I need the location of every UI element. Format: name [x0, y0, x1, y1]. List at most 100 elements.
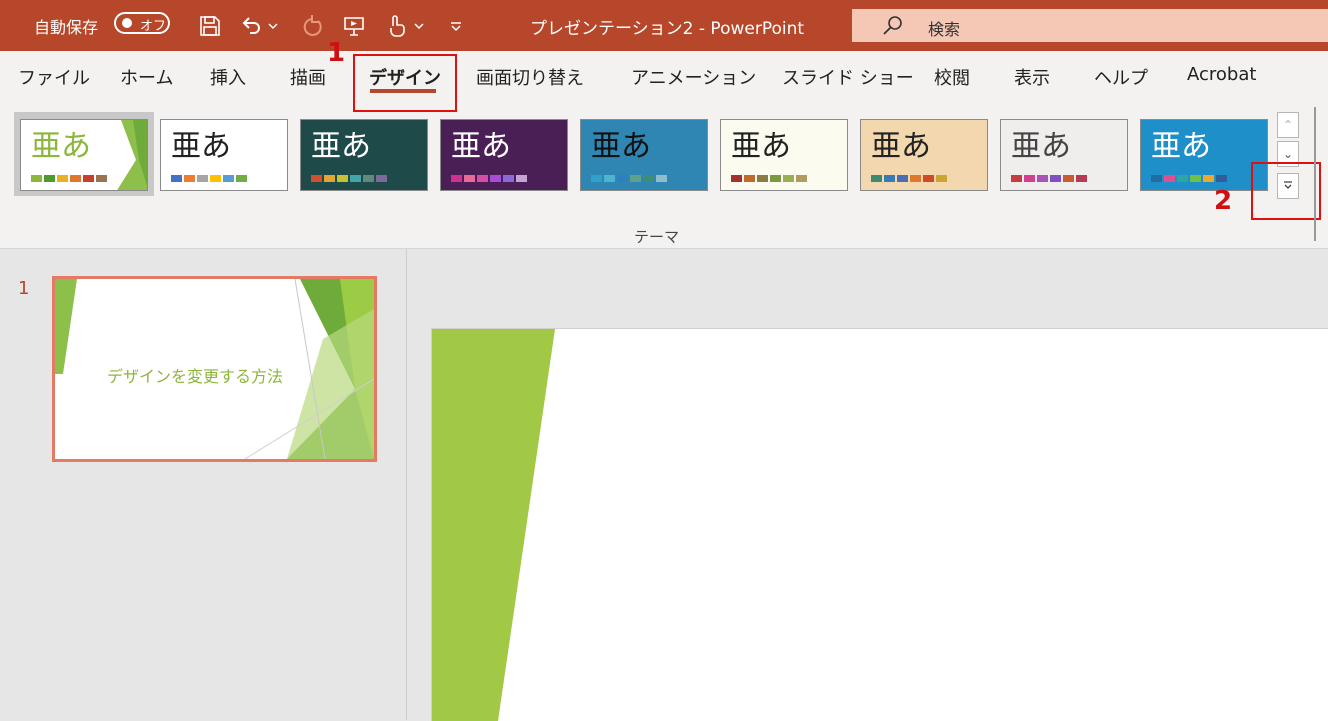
theme-option[interactable]: 亜あ: [300, 119, 428, 191]
color-swatch: [936, 175, 947, 182]
color-swatch: [656, 175, 667, 182]
theme-color-swatches: [451, 175, 527, 182]
color-swatch: [311, 175, 322, 182]
color-swatch: [1164, 175, 1175, 182]
color-swatch: [731, 175, 742, 182]
search-icon: [882, 15, 904, 41]
slide-thumbnail[interactable]: デザインを変更する方法: [52, 276, 377, 462]
color-swatch: [223, 175, 234, 182]
theme-color-swatches: [311, 175, 387, 182]
toggle-knob: [122, 18, 132, 28]
theme-color-swatches: [1151, 175, 1227, 182]
color-swatch: [516, 175, 527, 182]
color-swatch: [96, 175, 107, 182]
color-swatch: [1011, 175, 1022, 182]
color-swatch: [783, 175, 794, 182]
tab-acrobat[interactable]: Acrobat: [1187, 64, 1256, 85]
theme-option[interactable]: 亜あ: [860, 119, 988, 191]
color-swatch: [923, 175, 934, 182]
tab-help[interactable]: ヘルプ: [1094, 64, 1148, 90]
color-swatch: [490, 175, 501, 182]
color-swatch: [451, 175, 462, 182]
highlight-more-button: [1251, 162, 1321, 220]
color-swatch: [884, 175, 895, 182]
tab-home[interactable]: ホーム: [120, 64, 173, 90]
color-swatch: [1024, 175, 1035, 182]
color-swatch: [83, 175, 94, 182]
undo-dropdown-icon[interactable]: [266, 12, 280, 40]
gallery-scroll-up-button[interactable]: ⌃: [1277, 112, 1299, 138]
color-swatch: [1076, 175, 1087, 182]
color-swatch: [910, 175, 921, 182]
theme-color-swatches: [1011, 175, 1087, 182]
theme-option[interactable]: 亜あ: [1000, 119, 1128, 191]
color-swatch: [210, 175, 221, 182]
callout-1: 1: [327, 38, 346, 68]
tab-transitions[interactable]: 画面切り替え: [476, 64, 584, 90]
present-icon[interactable]: [340, 12, 368, 40]
theme-option[interactable]: 亜あ: [20, 119, 148, 191]
theme-color-swatches: [871, 175, 947, 182]
tab-insert[interactable]: 挿入: [210, 64, 246, 90]
theme-sample-text: 亜あ: [311, 129, 371, 164]
customize-icon[interactable]: [442, 12, 470, 40]
slide-canvas[interactable]: [431, 328, 1328, 721]
color-swatch: [464, 175, 475, 182]
color-swatch: [796, 175, 807, 182]
color-swatch: [1177, 175, 1188, 182]
theme-color-swatches: [731, 175, 807, 182]
theme-sample-text: 亜あ: [731, 129, 791, 164]
touch-dropdown-icon[interactable]: [412, 12, 426, 40]
theme-sample-text: 亜あ: [171, 129, 231, 164]
color-swatch: [376, 175, 387, 182]
color-swatch: [70, 175, 81, 182]
color-swatch: [350, 175, 361, 182]
color-swatch: [871, 175, 882, 182]
color-swatch: [643, 175, 654, 182]
color-swatch: [1151, 175, 1162, 182]
theme-option[interactable]: 亜あ: [720, 119, 848, 191]
search-placeholder: 検索: [928, 20, 961, 39]
color-swatch: [324, 175, 335, 182]
color-swatch: [477, 175, 488, 182]
tab-view[interactable]: 表示: [1014, 64, 1050, 90]
theme-option[interactable]: 亜あ: [160, 119, 288, 191]
tab-animations[interactable]: アニメーション: [631, 64, 756, 90]
tab-review[interactable]: 校閲: [934, 64, 970, 90]
save-icon[interactable]: [196, 12, 224, 40]
tab-slideshow[interactable]: スライド ショー: [782, 64, 914, 90]
color-swatch: [1037, 175, 1048, 182]
tab-file[interactable]: ファイル: [18, 64, 90, 90]
touch-mode-icon[interactable]: [382, 12, 410, 40]
color-swatch: [197, 175, 208, 182]
slide-number: 1: [18, 278, 30, 299]
theme-color-swatches: [31, 175, 107, 182]
color-swatch: [57, 175, 68, 182]
color-swatch: [604, 175, 615, 182]
theme-color-swatches: [171, 175, 247, 182]
document-title: プレゼンテーション2 - PowerPoint: [530, 19, 805, 39]
search-box[interactable]: 検索: [852, 9, 1328, 42]
autosave-toggle[interactable]: オフ: [114, 12, 170, 34]
color-swatch: [1050, 175, 1061, 182]
tab-draw[interactable]: 描画: [290, 64, 326, 90]
theme-option[interactable]: 亜あ: [580, 119, 708, 191]
redo-icon[interactable]: [298, 12, 326, 40]
color-swatch: [630, 175, 641, 182]
theme-sample-text: 亜あ: [1151, 129, 1211, 164]
highlight-design-tab: [353, 54, 457, 112]
title-bar: 自動保存 オフ プレゼンテーション2 - PowerPoint 検索: [0, 0, 1328, 51]
color-swatch: [617, 175, 628, 182]
theme-sample-text: 亜あ: [591, 129, 651, 164]
undo-icon[interactable]: [238, 12, 266, 40]
theme-sample-text: 亜あ: [31, 129, 91, 164]
theme-sample-text: 亜あ: [451, 129, 511, 164]
autosave-label: 自動保存: [34, 18, 99, 37]
theme-option[interactable]: 亜あ: [440, 119, 568, 191]
color-swatch: [1203, 175, 1214, 182]
color-swatch: [503, 175, 514, 182]
color-swatch: [337, 175, 348, 182]
thumb-title: デザインを変更する方法: [106, 367, 283, 386]
color-swatch: [171, 175, 182, 182]
theme-option[interactable]: 亜あ: [1140, 119, 1268, 191]
